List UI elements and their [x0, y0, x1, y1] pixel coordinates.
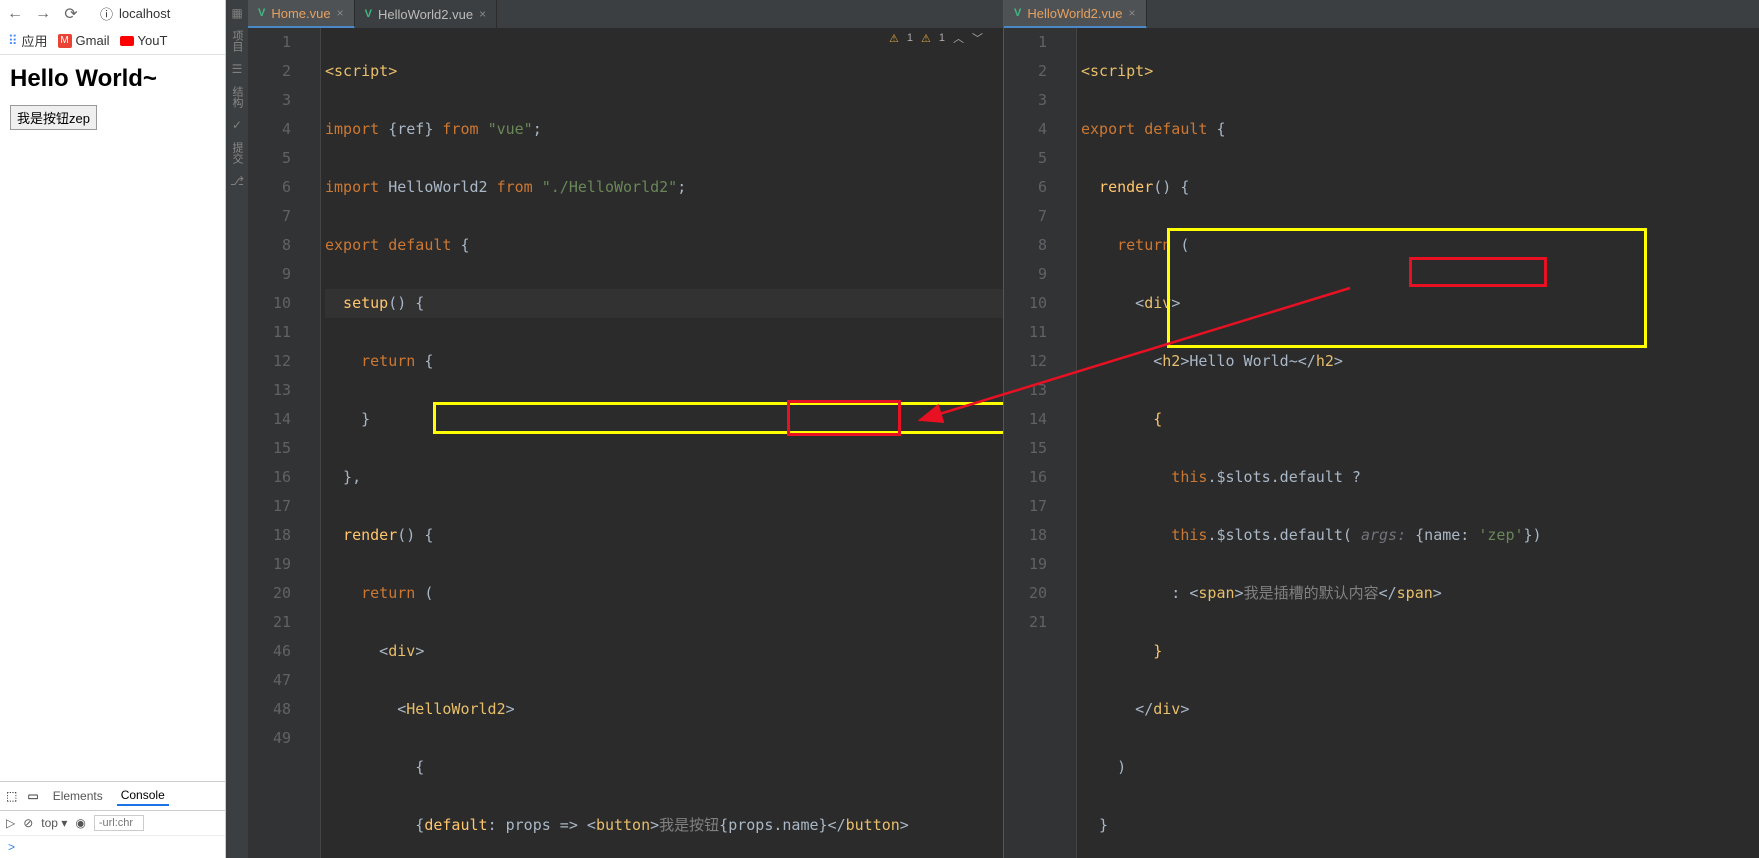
ide-sidebar: ▦ 项目 ☰ 结构 ✓ 提交 ⎇: [226, 0, 248, 858]
left-gutter: 1234567891011121314151617181920214647484…: [248, 28, 303, 858]
right-gutter: 123456789101112131415161718192021: [1004, 28, 1059, 858]
youtube-bookmark[interactable]: YouT: [120, 33, 168, 48]
warning-icon: ⚠: [921, 32, 931, 45]
warning-icon: ⚠: [889, 32, 899, 45]
reload-icon[interactable]: ⟳: [62, 5, 80, 23]
browser-window: ← → ⟳ ⓘ localhost ⠿应用 MGmail YouT Hello …: [0, 0, 226, 858]
youtube-icon: [120, 36, 134, 46]
left-editor: VHome.vue× VHelloWorld2.vue× ⚠1 ⚠1 ︿﹀ 12…: [248, 0, 1003, 858]
console-tab[interactable]: Console: [117, 786, 169, 806]
console-prompt[interactable]: >: [0, 836, 225, 858]
commit-icon[interactable]: ✓: [228, 116, 246, 134]
info-icon: ⓘ: [100, 4, 113, 23]
play-icon[interactable]: ▷: [6, 816, 15, 830]
close-icon[interactable]: ×: [337, 6, 344, 20]
gmail-bookmark[interactable]: MGmail: [58, 33, 110, 48]
back-icon[interactable]: ←: [6, 5, 24, 23]
tab-helloworld2-vue[interactable]: VHelloWorld2.vue×: [355, 0, 498, 28]
right-code-area[interactable]: 123456789101112131415161718192021 <scrip…: [1004, 28, 1759, 858]
right-fold: [1059, 28, 1077, 858]
right-editor: VHelloWorld2.vue× 1234567891011121314151…: [1003, 0, 1759, 858]
tab-helloworld2-vue-right[interactable]: VHelloWorld2.vue×: [1004, 0, 1147, 28]
close-icon[interactable]: ×: [479, 7, 486, 21]
left-code-area[interactable]: 1234567891011121314151617181920214647484…: [248, 28, 1003, 858]
gmail-icon: M: [58, 34, 72, 48]
inspection-bar[interactable]: ⚠1 ⚠1 ︿﹀: [889, 30, 983, 46]
close-icon[interactable]: ×: [1128, 6, 1135, 20]
url-text: localhost: [119, 6, 170, 21]
page-button[interactable]: 我是按钮zep: [10, 105, 97, 130]
vue-icon: V: [1014, 7, 1021, 19]
left-fold: [303, 28, 321, 858]
right-tabs: VHelloWorld2.vue×: [1004, 0, 1759, 28]
browser-content: Hello World~ 我是按钮zep: [0, 55, 225, 781]
vue-icon: V: [258, 7, 265, 19]
left-tabs: VHome.vue× VHelloWorld2.vue×: [248, 0, 1003, 28]
right-code[interactable]: <script> export default { render() { ret…: [1077, 28, 1759, 858]
devtools-tabs: ⬚ ▭ Elements Console: [0, 782, 225, 811]
sidebar-label-commit[interactable]: 提交: [229, 136, 245, 170]
bookmarks-bar: ⠿应用 MGmail YouT: [0, 27, 225, 55]
context-select[interactable]: top ▾: [41, 816, 67, 830]
device-icon[interactable]: ▭: [27, 789, 38, 803]
eye-icon[interactable]: ◉: [75, 816, 85, 830]
forward-icon[interactable]: →: [34, 5, 52, 23]
page-heading: Hello World~: [10, 65, 215, 93]
url-bar[interactable]: ⓘ localhost: [90, 4, 219, 23]
structure-icon[interactable]: ☰: [228, 60, 246, 78]
highlight-box-red: [1409, 257, 1547, 287]
vue-icon: V: [365, 8, 372, 20]
devtools: ⬚ ▭ Elements Console ▷ ⊘ top ▾ ◉ >: [0, 781, 225, 858]
left-code[interactable]: <script> import {ref} from "vue"; import…: [321, 28, 1003, 858]
console-toolbar: ▷ ⊘ top ▾ ◉: [0, 811, 225, 836]
up-icon[interactable]: ︿: [953, 30, 964, 46]
sidebar-label-project[interactable]: 项目: [229, 24, 245, 58]
elements-tab[interactable]: Elements: [49, 787, 107, 805]
git-icon[interactable]: ⎇: [228, 172, 246, 190]
filter-input[interactable]: [94, 815, 144, 831]
editor-area: VHome.vue× VHelloWorld2.vue× ⚠1 ⚠1 ︿﹀ 12…: [248, 0, 1759, 858]
inspect-icon[interactable]: ⬚: [6, 789, 17, 803]
browser-nav: ← → ⟳ ⓘ localhost: [0, 0, 225, 27]
tab-home-vue[interactable]: VHome.vue×: [248, 0, 355, 28]
down-icon[interactable]: ﹀: [972, 30, 983, 46]
clear-icon[interactable]: ⊘: [23, 816, 33, 830]
project-icon[interactable]: ▦: [228, 4, 246, 22]
apps-button[interactable]: ⠿应用: [8, 31, 48, 50]
sidebar-label-structure[interactable]: 结构: [229, 80, 245, 114]
